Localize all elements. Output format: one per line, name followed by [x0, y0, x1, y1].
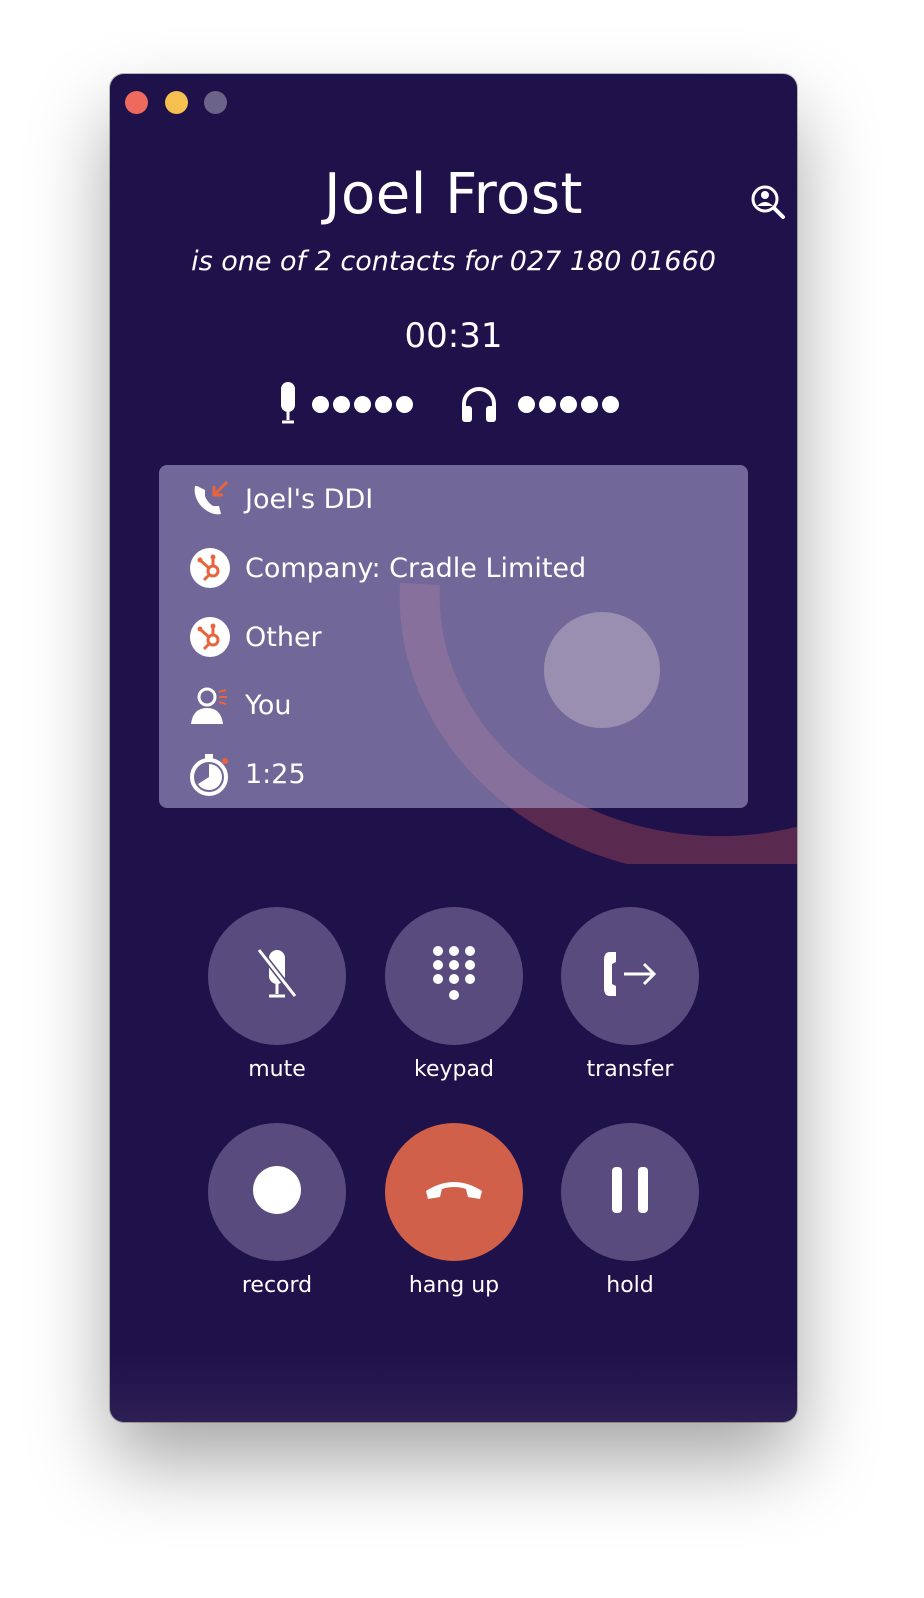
info-label-other: Other	[245, 621, 322, 653]
info-label-user: You	[245, 689, 292, 721]
speaker-level-dots	[518, 396, 619, 413]
call-info-panel: Joel's DDI Company: Cradle Limited Other…	[159, 465, 748, 808]
hangup-label: hang up	[408, 1273, 500, 1298]
keypad-button[interactable]	[385, 907, 523, 1045]
transfer-control: transfer	[561, 907, 699, 1082]
info-label-duration: 1:25	[245, 758, 306, 790]
info-row-duration: 1:25	[187, 748, 306, 800]
mute-control: mute	[208, 907, 346, 1082]
phone-hangup-icon	[424, 1175, 484, 1209]
record-label: record	[241, 1273, 313, 1298]
mute-label: mute	[248, 1057, 306, 1082]
contact-name: Joel Frost	[324, 162, 583, 227]
info-row-other[interactable]: Other	[187, 611, 322, 663]
keypad-icon	[430, 943, 478, 1009]
bottom-fade	[110, 1352, 797, 1422]
hangup-button[interactable]	[385, 1123, 523, 1261]
transfer-icon	[600, 944, 660, 1008]
mic-level-dots	[312, 396, 413, 413]
audio-levels	[110, 380, 797, 426]
record-control: record	[208, 1123, 346, 1298]
microphone-icon	[278, 380, 298, 430]
info-label-company: Company: Cradle Limited	[245, 552, 587, 584]
hubspot-icon	[187, 614, 233, 660]
mic-muted-icon	[253, 944, 301, 1008]
window-minimize-button[interactable]	[165, 91, 188, 114]
record-button[interactable]	[208, 1123, 346, 1261]
info-row-company[interactable]: Company: Cradle Limited	[187, 542, 586, 594]
info-label-ddi: Joel's DDI	[245, 483, 374, 515]
record-icon	[252, 1165, 302, 1219]
pause-icon	[610, 1165, 650, 1219]
stopwatch-icon	[187, 751, 233, 797]
transfer-label: transfer	[586, 1057, 674, 1082]
mute-button[interactable]	[208, 907, 346, 1045]
info-row-user: You	[187, 679, 292, 731]
call-window: Joel Frost is one of 2 contacts for 027 …	[110, 74, 797, 1422]
window-maximize-button[interactable]	[204, 91, 227, 114]
headphones-icon	[460, 384, 498, 428]
keypad-label: keypad	[414, 1057, 494, 1082]
hold-control: hold	[561, 1123, 699, 1298]
call-timer: 00:31	[404, 316, 503, 356]
window-close-button[interactable]	[125, 91, 148, 114]
transfer-button[interactable]	[561, 907, 699, 1045]
hubspot-icon	[187, 545, 233, 591]
hold-label: hold	[606, 1273, 654, 1298]
hangup-control: hang up	[385, 1123, 523, 1298]
incoming-call-icon	[187, 476, 233, 522]
keypad-control: keypad	[385, 907, 523, 1082]
user-icon	[187, 682, 233, 728]
info-row-ddi: Joel's DDI	[187, 473, 373, 525]
contact-search-icon[interactable]	[748, 182, 788, 222]
contact-subtitle: is one of 2 contacts for 027 180 01660	[191, 246, 716, 277]
hold-button[interactable]	[561, 1123, 699, 1261]
